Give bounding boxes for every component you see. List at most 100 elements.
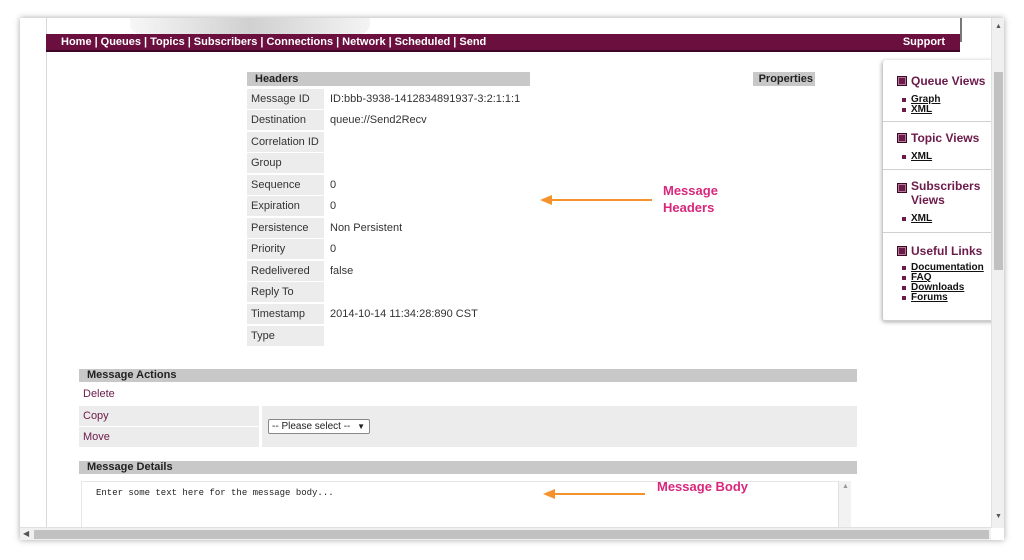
header-row-redelivered: Redelivered false xyxy=(247,261,537,281)
message-details-title: Message Details xyxy=(79,461,857,474)
header-label: Sequence xyxy=(247,175,324,195)
scroll-down-icon[interactable]: ▼ xyxy=(995,513,1002,520)
nav-topics-link[interactable]: Topics xyxy=(150,36,185,48)
header-value: Non Persistent xyxy=(330,222,403,234)
header-label: Group xyxy=(247,153,324,173)
header-label: Redelivered xyxy=(247,261,324,281)
body-arrow-icon xyxy=(543,489,645,499)
vertical-scrollbar[interactable]: ▲ ▼ xyxy=(991,18,1004,528)
headers-annotation: Message Headers xyxy=(663,182,718,216)
list-bullet-icon xyxy=(902,286,906,290)
textarea-scrollbar[interactable]: ▲ xyxy=(838,481,851,528)
queue-views-block: Queue Views Graph XML xyxy=(883,60,1004,122)
scroll-left-icon[interactable]: ◀ xyxy=(23,529,29,538)
header-row-timestamp: Timestamp 2014-10-14 11:34:28:890 CST xyxy=(247,304,537,324)
queue-xml-link[interactable]: XML xyxy=(911,105,932,115)
subscribers-views-block: Subscribers Views XML xyxy=(883,170,1004,233)
topic-xml-link[interactable]: XML xyxy=(911,152,932,162)
subscribers-views-title-line1: Subscribers xyxy=(911,179,981,193)
site-logo xyxy=(130,18,370,34)
horizontal-scroll-thumb[interactable] xyxy=(34,530,989,539)
queue-views-title: Queue Views xyxy=(911,74,986,88)
header-value: queue://Send2Recv xyxy=(330,114,427,126)
nav-network-link[interactable]: Network xyxy=(342,36,385,48)
header-value: 0 xyxy=(330,243,337,255)
header-label: Type xyxy=(247,326,324,346)
list-bullet-icon xyxy=(902,296,906,300)
header-label: Reply To xyxy=(247,282,324,302)
copy-link[interactable]: Copy xyxy=(83,410,109,422)
header-row-persistence: Persistence Non Persistent xyxy=(247,218,537,238)
message-actions-title: Message Actions xyxy=(79,369,857,382)
nav-support-link[interactable]: Support xyxy=(903,36,945,48)
nav-queues-link[interactable]: Queues xyxy=(101,36,141,48)
header-row-expiration: Expiration 0 xyxy=(247,196,537,216)
properties-section-title: Properties xyxy=(753,72,815,86)
header-row-destination: Destination queue://Send2Recv xyxy=(247,110,537,130)
topic-views-block: Topic Views XML xyxy=(883,122,1004,170)
header-value: 0 xyxy=(330,179,337,191)
nav-scheduled-link[interactable]: Scheduled xyxy=(395,36,451,48)
header-value: ID:bbb-3938-1412834891937-3:2:1:1:1 xyxy=(330,93,521,105)
section-bullet-icon xyxy=(897,246,907,256)
header-label: Timestamp xyxy=(247,304,324,324)
nav-send-link[interactable]: Send xyxy=(459,36,486,48)
subscribers-xml-link[interactable]: XML xyxy=(911,214,932,224)
useful-links-block: Useful Links Documentation FAQ Downloads… xyxy=(883,233,1004,321)
header-label: Persistence xyxy=(247,218,324,238)
list-bullet-icon xyxy=(902,108,906,112)
message-body-text: Enter some text here for the message bod… xyxy=(96,488,334,498)
header-row-priority: Priority 0 xyxy=(247,239,537,259)
list-bullet-icon xyxy=(902,266,906,270)
section-bullet-icon xyxy=(897,133,907,143)
nav-separator: | xyxy=(94,36,98,48)
nav-subscribers-link[interactable]: Subscribers xyxy=(194,36,258,48)
topic-views-title: Topic Views xyxy=(911,131,980,145)
browser-window: Home | Queues | Topics | Subscribers | Connectio… xyxy=(20,18,1004,540)
header-value: false xyxy=(330,265,354,277)
header-label: Priority xyxy=(247,239,324,259)
list-bullet-icon xyxy=(902,98,906,102)
chevron-down-icon: ▼ xyxy=(357,422,365,431)
delete-link[interactable]: Delete xyxy=(83,388,115,400)
headers-arrow-icon xyxy=(540,195,652,205)
header-row-type: Type xyxy=(247,326,537,346)
header-label: Message ID xyxy=(247,89,324,109)
header-row-reply-to: Reply To xyxy=(247,282,537,302)
header-label: Expiration xyxy=(247,196,324,216)
headers-section-title: Headers xyxy=(247,72,530,86)
nav-separator: | xyxy=(336,36,340,48)
headers-annotation-line1: Message xyxy=(663,183,718,198)
section-bullet-icon xyxy=(897,76,907,86)
vertical-scroll-thumb[interactable] xyxy=(994,72,1003,270)
headers-annotation-line2: Headers xyxy=(663,200,715,215)
nav-separator: | xyxy=(187,36,191,48)
header-value: 0 xyxy=(330,200,337,212)
body-annotation: Message Body xyxy=(657,479,749,494)
list-bullet-icon xyxy=(902,217,906,221)
scroll-up-icon[interactable]: ▲ xyxy=(842,483,849,490)
page-border-right xyxy=(960,18,962,42)
destination-select-value: -- Please select -- xyxy=(272,421,351,432)
header-label: Correlation ID xyxy=(247,132,324,152)
horizontal-scrollbar[interactable]: ◀ xyxy=(20,527,991,540)
forums-link[interactable]: Forums xyxy=(911,293,948,303)
list-bullet-icon xyxy=(902,155,906,159)
list-bullet-icon xyxy=(902,276,906,280)
header-row-message-id: Message ID ID:bbb-3938-1412834891937-3:2… xyxy=(247,89,537,109)
scroll-up-icon[interactable]: ▲ xyxy=(995,23,1002,30)
nav-separator: | xyxy=(453,36,457,48)
subscribers-views-title-line2: Views xyxy=(911,193,945,207)
header-label: Destination xyxy=(247,110,324,130)
move-link[interactable]: Move xyxy=(83,431,110,443)
destination-select[interactable]: -- Please select -- ▼ xyxy=(268,419,370,434)
page-border xyxy=(46,18,47,528)
header-row-correlation-id: Correlation ID xyxy=(247,132,537,152)
right-sidebar: Queue Views Graph XML Topic Views XML Su… xyxy=(883,60,1004,321)
nav-separator: | xyxy=(388,36,392,48)
nav-connections-link[interactable]: Connections xyxy=(266,36,333,48)
main-nav-bar: Home | Queues | Topics | Subscribers | Connectio… xyxy=(46,34,960,52)
nav-home-link[interactable]: Home xyxy=(61,36,92,48)
nav-links: Home | Queues | Topics | Subscribers | Connectio… xyxy=(61,36,486,48)
section-bullet-icon xyxy=(897,183,907,193)
